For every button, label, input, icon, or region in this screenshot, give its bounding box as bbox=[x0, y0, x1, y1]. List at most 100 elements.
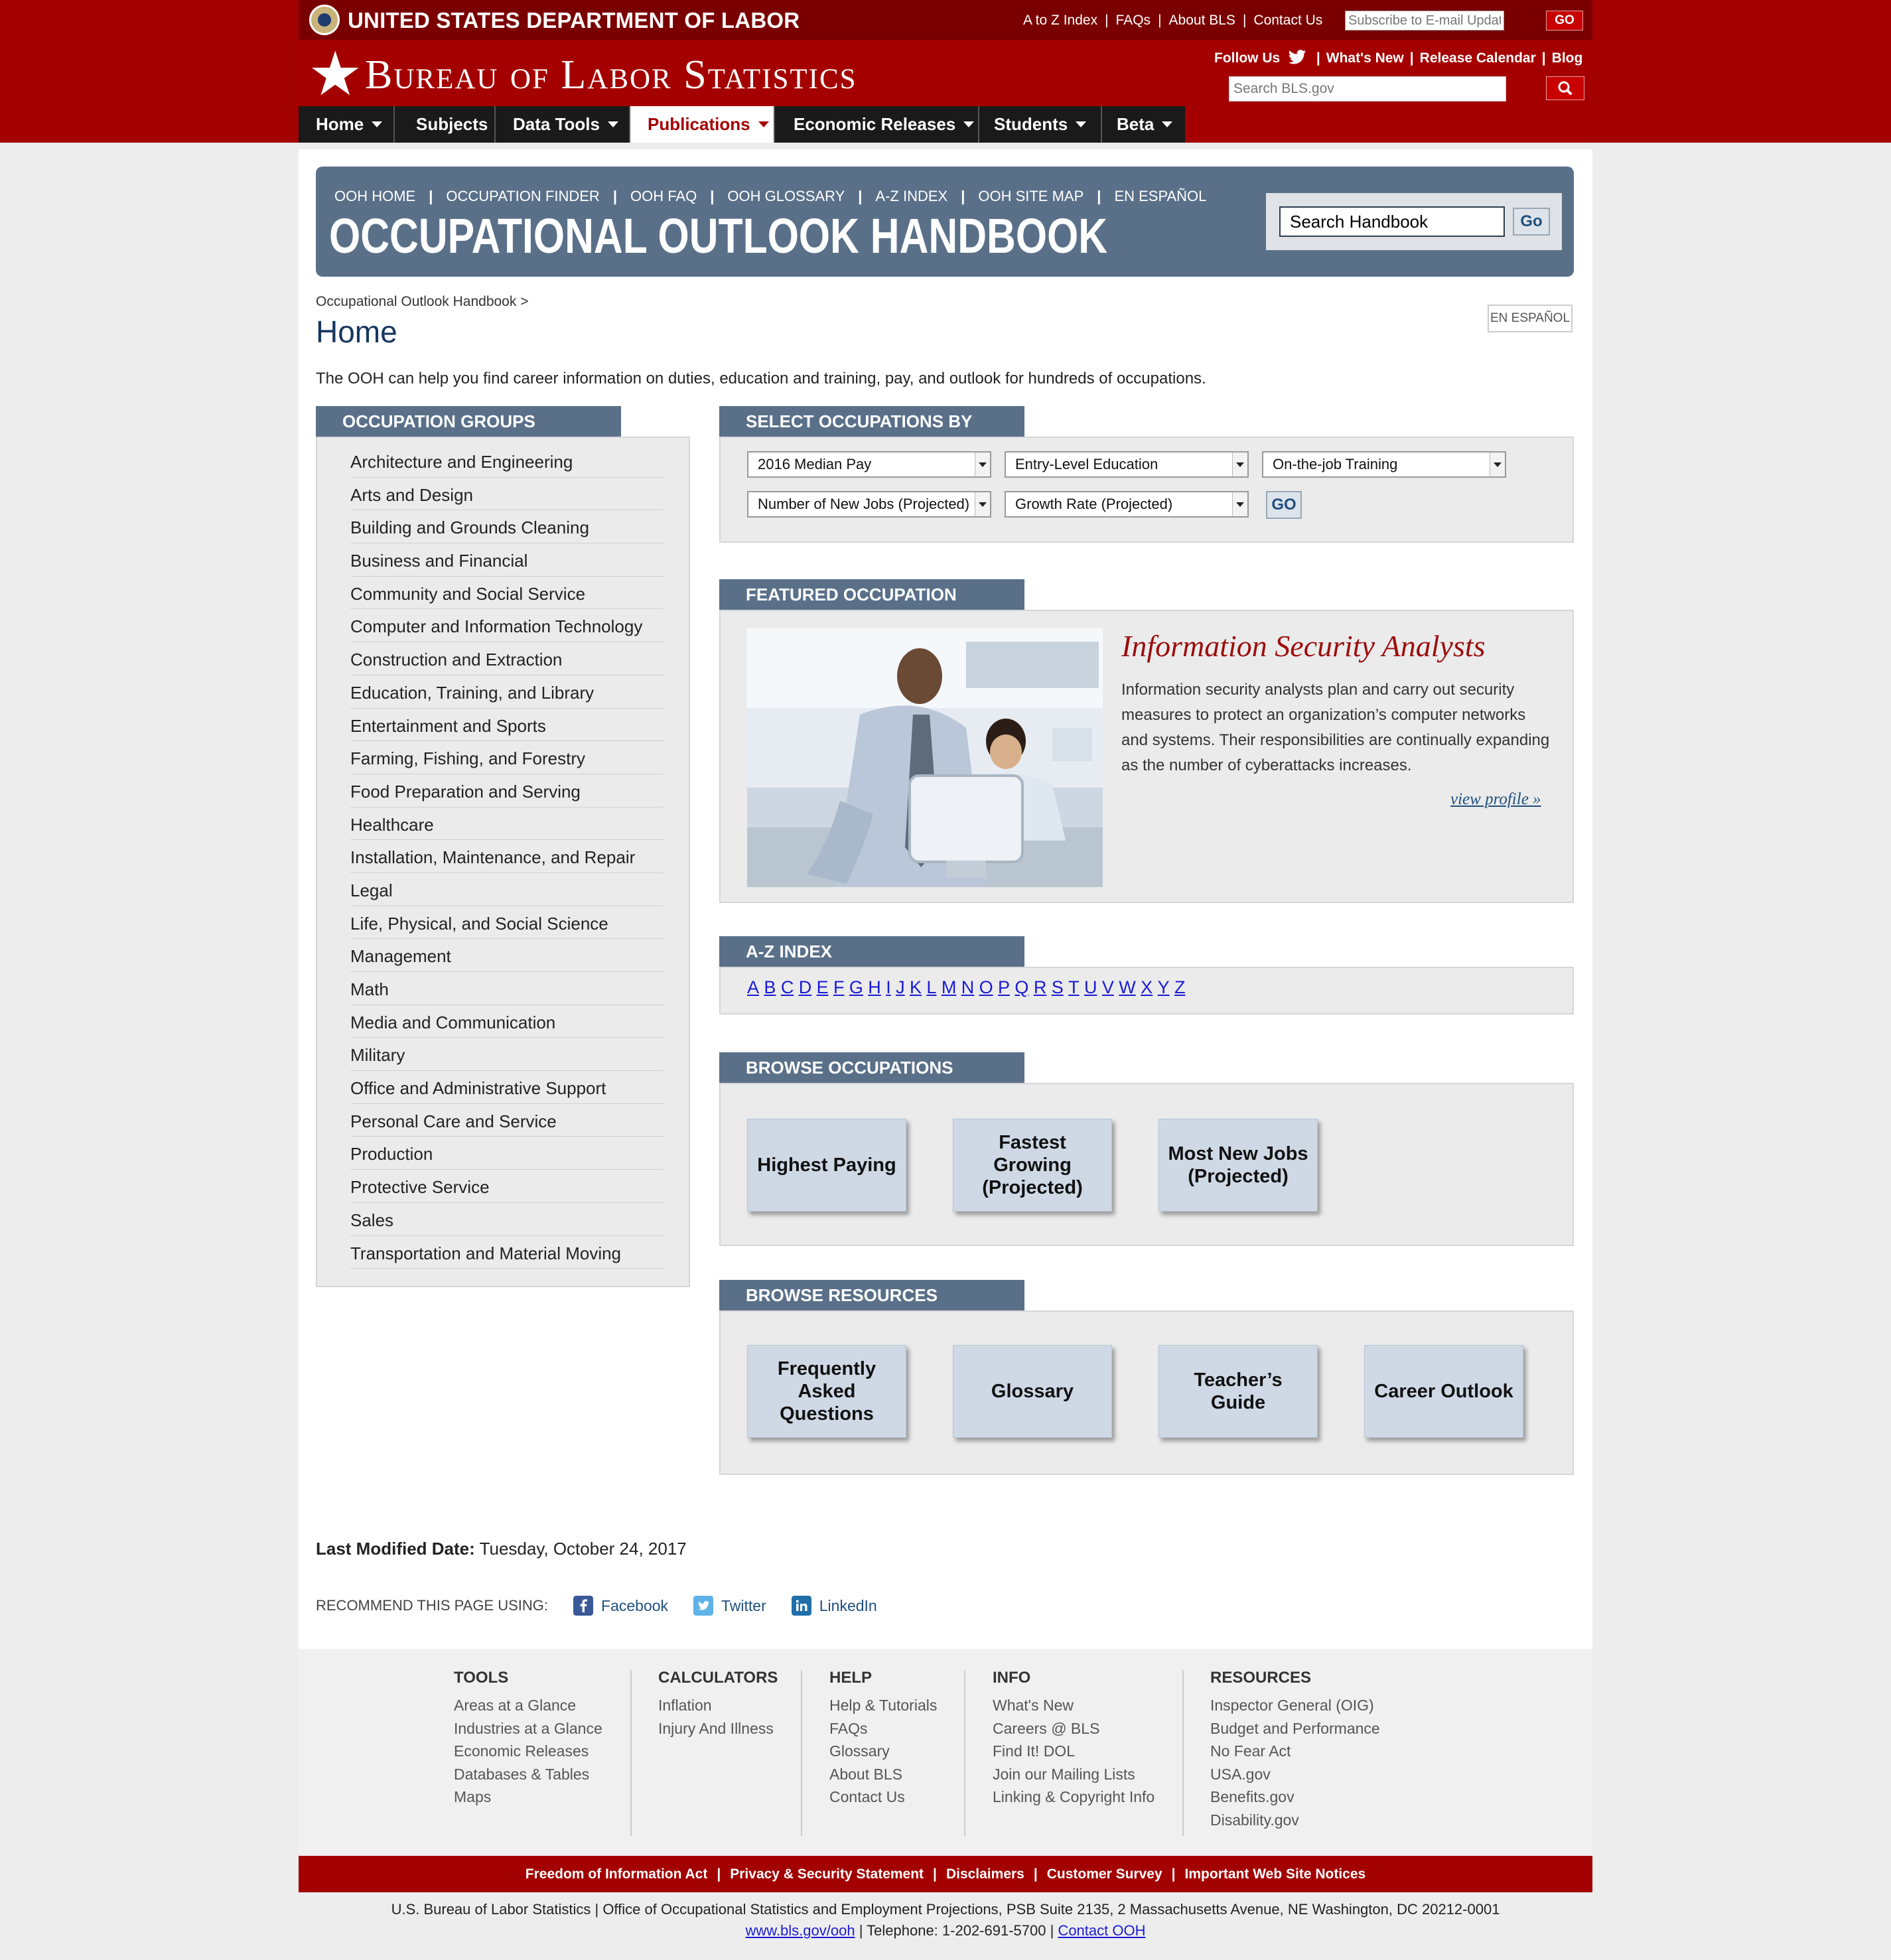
share-twitter[interactable]: Twitter bbox=[693, 1596, 766, 1616]
az-letter-r[interactable]: R bbox=[1034, 977, 1047, 997]
az-letter-h[interactable]: H bbox=[868, 977, 881, 997]
az-letter-q[interactable]: Q bbox=[1015, 977, 1028, 997]
footer-link[interactable]: What's New bbox=[993, 1694, 1155, 1717]
tile-glossary[interactable]: Glossary bbox=[953, 1345, 1112, 1438]
footer-link[interactable]: About BLS bbox=[829, 1763, 937, 1786]
featured-occupation-photo[interactable] bbox=[747, 628, 1103, 887]
legal-link[interactable]: Freedom of Information Act bbox=[525, 1866, 708, 1882]
az-letter-j[interactable]: J bbox=[896, 977, 905, 997]
occupation-group-math[interactable]: Math bbox=[350, 972, 664, 1005]
occupation-group-life-physical-and-social-science[interactable]: Life, Physical, and Social Science bbox=[350, 906, 664, 940]
az-letter-p[interactable]: P bbox=[998, 977, 1010, 997]
occupation-group-architecture-and-engineering[interactable]: Architecture and Engineering bbox=[350, 445, 664, 478]
view-profile-link[interactable]: view profile » bbox=[1450, 790, 1541, 809]
occupation-group-installation-maintenance-and-repair[interactable]: Installation, Maintenance, and Repair bbox=[350, 840, 664, 873]
whats-new-link[interactable]: What's New bbox=[1326, 50, 1404, 66]
search-bls-button[interactable] bbox=[1546, 76, 1584, 100]
occupation-group-personal-care-and-service[interactable]: Personal Care and Service bbox=[350, 1104, 664, 1137]
subscribe-email-input[interactable] bbox=[1345, 11, 1504, 31]
az-letter-x[interactable]: X bbox=[1141, 977, 1153, 997]
footer-link[interactable]: Industries at a Glance bbox=[454, 1717, 602, 1740]
footer-link[interactable]: Databases & Tables bbox=[454, 1763, 602, 1786]
breadcrumb[interactable]: Occupational Outlook Handbook > bbox=[316, 294, 528, 310]
az-letter-m[interactable]: M bbox=[942, 977, 957, 997]
ooh-link-az[interactable]: A-Z INDEX bbox=[875, 188, 947, 204]
occupation-group-management[interactable]: Management bbox=[350, 939, 664, 972]
select-growth-rate[interactable]: Growth Rate (Projected) bbox=[1005, 491, 1249, 518]
legal-link[interactable]: Privacy & Security Statement bbox=[730, 1866, 924, 1882]
select-entry-education[interactable]: Entry-Level Education bbox=[1005, 451, 1249, 478]
select-median-pay[interactable]: 2016 Median Pay bbox=[747, 451, 991, 478]
ooh-link-espanol[interactable]: EN ESPAÑOL bbox=[1114, 188, 1206, 204]
occupation-group-community-and-social-service[interactable]: Community and Social Service bbox=[350, 577, 664, 610]
az-letter-f[interactable]: F bbox=[833, 977, 845, 997]
footer-link[interactable]: Budget and Performance bbox=[1210, 1717, 1380, 1740]
footer-link[interactable]: Help & Tutorials bbox=[829, 1694, 937, 1717]
occupation-group-sales[interactable]: Sales bbox=[350, 1203, 664, 1236]
footer-link[interactable]: Glossary bbox=[829, 1740, 937, 1763]
tile-fastest-growing[interactable]: Fastest Growing (Projected) bbox=[953, 1119, 1112, 1212]
occupation-group-entertainment-and-sports[interactable]: Entertainment and Sports bbox=[350, 709, 664, 742]
az-letter-y[interactable]: Y bbox=[1158, 977, 1170, 997]
nav-economic-releases[interactable]: Economic Releases bbox=[775, 106, 979, 143]
share-facebook[interactable]: Facebook bbox=[573, 1596, 668, 1616]
footer-link[interactable]: Economic Releases bbox=[454, 1740, 602, 1763]
footer-link[interactable]: Find It! DOL bbox=[993, 1740, 1155, 1763]
release-calendar-link[interactable]: Release Calendar bbox=[1420, 50, 1536, 66]
nav-subjects[interactable]: Subjects bbox=[395, 106, 507, 143]
occupation-group-arts-and-design[interactable]: Arts and Design bbox=[350, 478, 664, 511]
ooh-link-faq[interactable]: OOH FAQ bbox=[630, 188, 697, 204]
footer-link[interactable]: FAQs bbox=[829, 1717, 937, 1740]
az-letter-k[interactable]: K bbox=[910, 977, 922, 997]
az-letter-o[interactable]: O bbox=[979, 977, 993, 997]
follow-us-link[interactable]: Follow Us bbox=[1214, 50, 1280, 66]
tile-faq[interactable]: Frequently Asked Questions bbox=[747, 1345, 906, 1438]
search-handbook-input[interactable] bbox=[1279, 206, 1505, 237]
bls-star-icon[interactable]: ★ bbox=[308, 44, 362, 105]
bls-title[interactable]: Bureau of Labor Statistics bbox=[365, 52, 857, 99]
az-letter-v[interactable]: V bbox=[1102, 977, 1114, 997]
select-new-jobs[interactable]: Number of New Jobs (Projected) bbox=[747, 491, 991, 518]
tile-career-outlook[interactable]: Career Outlook bbox=[1364, 1345, 1523, 1438]
featured-occupation-name[interactable]: Information Security Analysts bbox=[1121, 628, 1486, 664]
blog-link[interactable]: Blog bbox=[1552, 50, 1583, 66]
az-letter-s[interactable]: S bbox=[1052, 977, 1064, 997]
az-letter-u[interactable]: U bbox=[1084, 977, 1097, 997]
select-occupations-go-button[interactable]: GO bbox=[1266, 491, 1302, 519]
util-link-faqs[interactable]: FAQs bbox=[1116, 13, 1151, 28]
occupation-group-building-and-grounds-cleaning[interactable]: Building and Grounds Cleaning bbox=[350, 510, 664, 544]
occupation-group-transportation-and-material-moving[interactable]: Transportation and Material Moving bbox=[350, 1236, 664, 1269]
footer-link[interactable]: Disability.gov bbox=[1210, 1809, 1380, 1832]
legal-link[interactable]: Disclaimers bbox=[946, 1866, 1024, 1882]
az-letter-a[interactable]: A bbox=[747, 977, 759, 997]
occupation-group-military[interactable]: Military bbox=[350, 1038, 664, 1072]
dol-seal-icon[interactable] bbox=[309, 5, 340, 35]
occupation-group-legal[interactable]: Legal bbox=[350, 873, 664, 906]
ooh-link-glossary[interactable]: OOH GLOSSARY bbox=[727, 188, 845, 204]
twitter-icon[interactable] bbox=[1288, 50, 1306, 64]
nav-students[interactable]: Students bbox=[979, 106, 1102, 143]
legal-link[interactable]: Customer Survey bbox=[1047, 1866, 1162, 1882]
occupation-group-construction-and-extraction[interactable]: Construction and Extraction bbox=[350, 642, 664, 675]
az-letter-z[interactable]: Z bbox=[1174, 977, 1186, 997]
util-link-az[interactable]: A to Z Index bbox=[1023, 13, 1097, 28]
footer-link[interactable]: Injury And Illness bbox=[658, 1717, 778, 1740]
az-letter-c[interactable]: C bbox=[781, 977, 794, 997]
occupation-group-computer-and-information-technology[interactable]: Computer and Information Technology bbox=[350, 609, 664, 643]
az-letter-b[interactable]: B bbox=[764, 977, 776, 997]
footer-link[interactable]: Maps bbox=[454, 1785, 602, 1809]
espanol-button[interactable]: EN ESPAÑOL bbox=[1488, 305, 1573, 332]
az-letter-w[interactable]: W bbox=[1119, 977, 1135, 997]
select-job-training[interactable]: On-the-job Training bbox=[1262, 451, 1506, 478]
contact-ooh-link[interactable]: Contact OOH bbox=[1058, 1922, 1145, 1939]
footer-link[interactable]: Inspector General (OIG) bbox=[1210, 1694, 1380, 1717]
occupation-group-media-and-communication[interactable]: Media and Communication bbox=[350, 1005, 664, 1038]
dol-title[interactable]: UNITED STATES DEPARTMENT OF LABOR bbox=[348, 8, 800, 33]
footer-link[interactable]: Linking & Copyright Info bbox=[993, 1785, 1155, 1809]
footer-link[interactable]: No Fear Act bbox=[1210, 1740, 1380, 1763]
az-letter-d[interactable]: D bbox=[799, 977, 812, 997]
nav-data-tools[interactable]: Data Tools bbox=[496, 106, 630, 143]
footer-link[interactable]: USA.gov bbox=[1210, 1763, 1380, 1786]
ooh-link-finder[interactable]: OCCUPATION FINDER bbox=[446, 188, 599, 204]
ooh-title[interactable]: OCCUPATIONAL OUTLOOK HANDBOOK bbox=[329, 208, 1107, 264]
